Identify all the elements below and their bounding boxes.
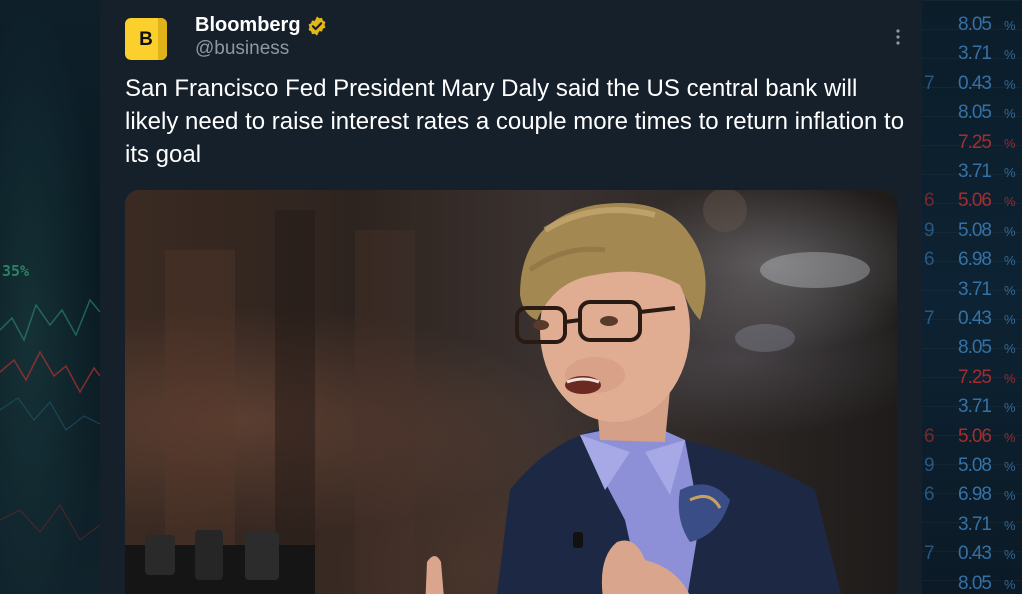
more-options-icon[interactable] <box>888 22 908 52</box>
ticker-row: 8.05% <box>922 573 1022 594</box>
avatar-letter: B <box>139 29 153 50</box>
ticker-percent-sign: % <box>1004 194 1016 210</box>
ticker-row: 9 5.08% <box>922 455 1022 477</box>
ticker-row: 3.71% <box>922 396 1022 418</box>
ticker-value: 7.25 <box>958 366 992 388</box>
ticker-value: 3.71 <box>958 161 992 182</box>
avatar[interactable]: B <box>125 18 167 60</box>
ticker-value: 3.71 <box>958 396 992 418</box>
ticker-value: 5.08 <box>958 219 992 241</box>
ticker-lead-digit: 7 <box>924 543 935 565</box>
ticker-percent-sign: % <box>1004 282 1016 298</box>
ticker-percent-sign: % <box>1004 517 1016 533</box>
background-chart-lines <box>0 298 100 541</box>
ticker-percent-sign: % <box>1004 135 1016 151</box>
ticker-value: 5.06 <box>958 190 992 212</box>
ticker-percent-sign: % <box>1004 341 1016 357</box>
ticker-percent-sign: % <box>1004 165 1016 180</box>
ticker-percent-sign: % <box>1004 547 1016 563</box>
ticker-value: 0.43 <box>958 543 992 565</box>
ticker-lead-digit: 6 <box>924 425 935 447</box>
ticker-percent-sign: % <box>1004 47 1016 63</box>
tweet-card[interactable]: B Bloomberg @business San Francisco Fed … <box>100 0 922 594</box>
ticker-lead-digit: 9 <box>924 455 935 476</box>
ticker-value: 8.05 <box>958 572 992 594</box>
ticker-value: 5.08 <box>958 455 992 476</box>
ticker-row: 8.05% <box>922 14 1022 36</box>
ticker-lead-digit: 7 <box>924 308 935 329</box>
ticker-percent-sign: % <box>1004 312 1016 327</box>
ticker-percent-sign: % <box>1004 18 1016 33</box>
ticker-value: 3.71 <box>958 43 992 65</box>
ticker-percent-sign: % <box>1004 370 1016 386</box>
ticker-value: 3.71 <box>958 278 992 300</box>
ticker-value: 0.43 <box>958 72 992 94</box>
ticker-row: 3.71% <box>922 161 1022 183</box>
ticker-row: 7.25% <box>922 132 1022 154</box>
author-name[interactable]: Bloomberg <box>195 14 301 37</box>
ticker-row: 8.05% <box>922 102 1022 124</box>
ticker-value: 8.05 <box>958 14 992 35</box>
ticker-percent-sign: % <box>1004 106 1016 122</box>
chart-percent-label: 35% <box>2 262 30 280</box>
ticker-percent-sign: % <box>1004 488 1016 504</box>
ticker-lead-digit: 6 <box>924 190 935 212</box>
ticker-lead-digit: 6 <box>924 484 935 506</box>
ticker-row: 7 0.43% <box>922 73 1022 95</box>
background-chart-left: 35% <box>0 0 100 594</box>
ticker-lead-digit: 6 <box>924 249 935 271</box>
background-ticker-right: 8.05% 3.71% 7 0.43% 8.05% 7.25% 3.71% 6 5.06% 9 5.… <box>922 0 1022 594</box>
ticker-row: 7.25% <box>922 367 1022 389</box>
ticker-row: 8.05% <box>922 337 1022 359</box>
ticker-percent-sign: % <box>1004 223 1016 239</box>
ticker-row: 6 5.06% <box>922 190 1022 212</box>
ticker-row: 3.71% <box>922 279 1022 301</box>
ticker-percent-sign: % <box>1004 400 1016 416</box>
tweet-photo[interactable] <box>125 190 897 594</box>
ticker-value: 0.43 <box>958 308 992 329</box>
ticker-row: 9 5.08% <box>922 220 1022 242</box>
ticker-value: 8.05 <box>958 102 992 124</box>
ticker-value: 8.05 <box>958 337 992 359</box>
ticker-value: 6.98 <box>958 484 992 506</box>
ticker-row: 3.71% <box>922 514 1022 536</box>
verified-badge-icon <box>308 16 326 36</box>
ticker-row: 6 6.98% <box>922 249 1022 271</box>
ticker-value: 5.06 <box>958 425 992 447</box>
author-handle[interactable]: @business <box>195 38 289 60</box>
ticker-percent-sign: % <box>1004 576 1016 592</box>
ticker-value: 6.98 <box>958 249 992 271</box>
ticker-row: 7 0.43% <box>922 543 1022 565</box>
ticker-percent-sign: % <box>1004 253 1016 269</box>
ticker-percent-sign: % <box>1004 76 1016 92</box>
ticker-row: 6 5.06% <box>922 426 1022 448</box>
ticker-row: 7 0.43% <box>922 308 1022 330</box>
tweet-text: San Francisco Fed President Mary Daly sa… <box>125 75 905 168</box>
ticker-row: 3.71% <box>922 43 1022 65</box>
ticker-percent-sign: % <box>1004 459 1016 474</box>
ticker-value: 3.71 <box>958 513 992 535</box>
ticker-row: 6 6.98% <box>922 484 1022 506</box>
photo-illustration <box>125 190 870 594</box>
ticker-value: 7.25 <box>958 131 992 153</box>
ticker-lead-digit: 9 <box>924 219 935 241</box>
ticker-percent-sign: % <box>1004 429 1016 445</box>
ticker-lead-digit: 7 <box>924 72 935 94</box>
